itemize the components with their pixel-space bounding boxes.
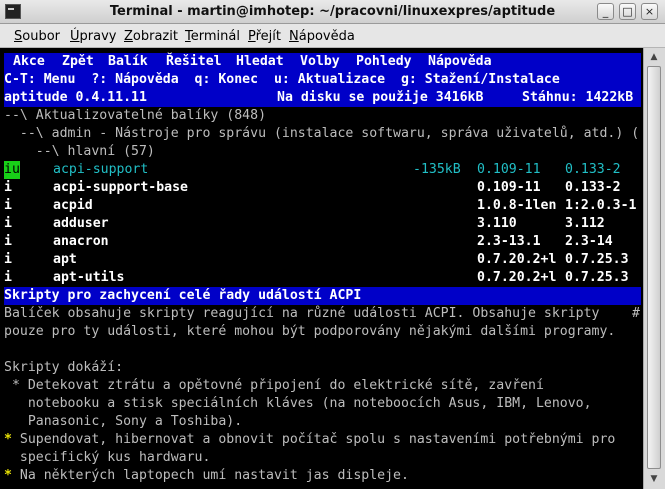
aptitude-menu-napoveda[interactable]: Nápověda: [428, 53, 492, 71]
package-current-version: 0.7.20.2+l: [477, 252, 557, 267]
menu-bar: Soubor Úpravy Zobrazit Terminál Přejít N…: [0, 24, 665, 48]
menu-upravy[interactable]: Úpravy: [70, 29, 116, 44]
minimize-button[interactable]: _: [597, 3, 614, 20]
package-flag: i: [4, 180, 12, 195]
title-bar[interactable]: Terminal - martin@imhotep: ~/pracovni/li…: [0, 0, 665, 24]
aptitude-menu-resitel[interactable]: Řešitel: [166, 53, 222, 71]
tree-main-subsection[interactable]: --\ hlavní (57): [4, 143, 155, 161]
package-name: adduser: [53, 216, 109, 231]
description-line: Skripty dokáží:: [4, 360, 124, 375]
package-name: apt-utils: [53, 270, 125, 285]
description-line: * Na některých laptopech umí nastavit ja…: [4, 468, 409, 483]
package-candidate-version: 3.112: [565, 216, 605, 231]
package-size-change: -135kB: [413, 162, 461, 177]
package-candidate-version: 2.3-14: [565, 234, 613, 249]
aptitude-menu-hledat[interactable]: Hledat: [236, 53, 284, 71]
bullet-marker: *: [4, 468, 12, 483]
scrollbar-thumb[interactable]: [647, 66, 661, 469]
menu-soubor[interactable]: Soubor: [14, 29, 60, 44]
menu-terminal[interactable]: Terminál: [185, 29, 240, 44]
package-candidate-version: 0.133-2: [565, 162, 621, 177]
package-name: acpi-support-base: [53, 180, 188, 195]
menu-zobrazit[interactable]: Zobrazit: [124, 29, 178, 44]
tree-upgradable-packages[interactable]: --\ Aktualizovatelné balíky (848): [4, 107, 266, 125]
package-current-version: 0.109-11: [477, 162, 541, 177]
package-current-version: 0.7.20.2+l: [477, 270, 557, 285]
aptitude-menu-pohledy[interactable]: Pohledy: [356, 53, 412, 71]
package-flag: i: [4, 252, 12, 267]
package-current-version: 2.3-13.1: [477, 234, 541, 249]
package-name: apt: [53, 252, 77, 267]
package-flag: i: [4, 234, 12, 249]
bullet-marker: *: [4, 432, 12, 447]
package-name: acpid: [53, 198, 93, 213]
description-line: Balíček obsahuje skripty reagující na rů…: [4, 306, 600, 321]
aptitude-menu-akce[interactable]: Akce: [13, 53, 45, 71]
package-candidate-version: 0.133-2: [565, 180, 621, 195]
close-button[interactable]: ×: [641, 3, 658, 20]
aptitude-menu-zpet[interactable]: Zpět: [62, 53, 94, 71]
menu-prejit[interactable]: Přejít: [248, 29, 281, 44]
description-marker: #: [632, 306, 640, 321]
scroll-down-arrow-icon[interactable]: ▼: [648, 473, 660, 485]
package-flag: i: [4, 216, 12, 231]
aptitude-download-size: Stáhnu: 1422kB: [522, 90, 634, 105]
aptitude-disk-usage: Na disku se použije 3416kB: [277, 90, 484, 105]
description-line: pouze pro ty události, které mohou být p…: [4, 324, 616, 339]
description-line: * Detekovat ztrátu a opětovné připojení …: [4, 378, 544, 393]
description-line: * Supendovat, hibernovat a obnovit počít…: [4, 432, 616, 447]
menu-napoveda[interactable]: Nápověda: [289, 29, 355, 44]
package-flag: i: [4, 198, 12, 213]
package-current-version: 3.110: [477, 216, 517, 231]
terminal-screen[interactable]: Akce Zpět Balík Řešitel Hledat Volby Poh…: [0, 48, 665, 489]
aptitude-keys-hint: C-T: Menu ?: Nápověda q: Konec u: Aktual…: [4, 72, 560, 87]
description-title: Skripty pro zachycení celé řady událostí…: [4, 288, 362, 303]
package-candidate-version: 0.7.25.3: [565, 252, 629, 267]
description-line: specifický kus hardwaru.: [4, 450, 211, 465]
aptitude-menu-balik[interactable]: Balík: [108, 53, 148, 71]
package-current-version: 0.109-11: [477, 180, 541, 195]
maximize-button[interactable]: □: [619, 3, 636, 20]
package-flag: iu: [4, 161, 20, 179]
terminal-window: Terminal - martin@imhotep: ~/pracovni/li…: [0, 0, 665, 489]
scroll-up-arrow-icon[interactable]: ▲: [648, 51, 660, 63]
description-line: Panasonic, Sony a Toshiba).: [4, 414, 243, 429]
description-line: notebooku a stisk speciálních kláves (na…: [4, 396, 592, 411]
package-candidate-version: 1:2.0.3-1: [565, 198, 637, 213]
aptitude-version: aptitude 0.4.11.11: [4, 90, 147, 105]
package-name: acpi-support: [53, 162, 149, 177]
package-current-version: 1.0.8-1len: [477, 198, 557, 213]
package-name: anacron: [53, 234, 109, 249]
terminal-scrollbar[interactable]: ▲ ▼: [643, 48, 665, 489]
window-title: Terminal - martin@imhotep: ~/pracovni/li…: [109, 4, 556, 19]
package-flag: i: [4, 270, 12, 285]
aptitude-menu-volby[interactable]: Volby: [300, 53, 340, 71]
package-candidate-version: 0.7.25.3: [565, 270, 629, 285]
tree-admin-section[interactable]: --\ admin - Nástroje pro správu (instala…: [4, 125, 639, 143]
